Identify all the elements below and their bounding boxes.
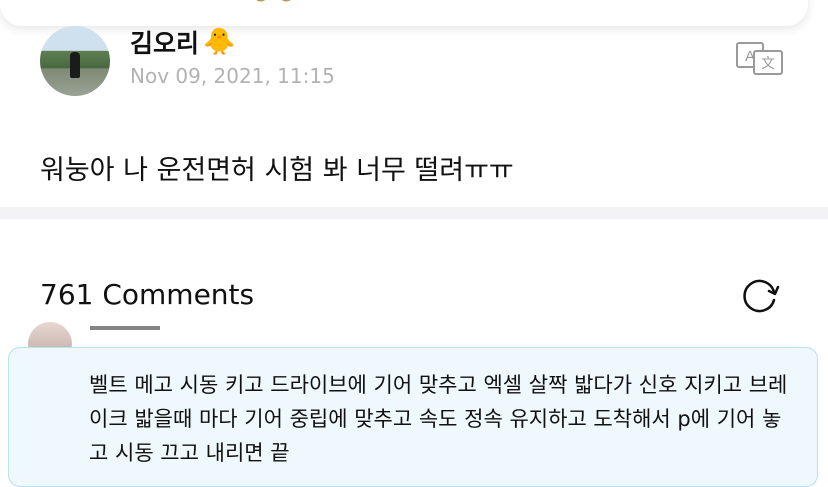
previous-card: ●● [0,0,808,26]
translate-icon[interactable]: A 文 [734,40,786,76]
comments-count: 761 Comments [40,278,255,311]
author-name[interactable]: 김오리 🐥 [130,24,235,60]
section-divider [0,207,828,219]
chick-emoji-icon: 🐥 [203,27,236,57]
post-timestamp: Nov 09, 2021, 11:15 [130,64,335,88]
author-name-text: 김오리 [130,29,200,58]
svg-text:文: 文 [761,56,775,72]
post-text: 워눙아 나 운전면허 시험 봐 너무 떨려ㅠㅠ [40,155,514,186]
comment-author-name-peek [90,326,160,338]
author-avatar[interactable] [40,26,110,96]
previous-card-emoji-peek: ●● [252,0,303,4]
avatar-figure [70,52,80,78]
comment-highlight-bubble[interactable]: 벨트 메고 시동 키고 드라이브에 기어 맞추고 엑셀 살짝 밟다가 신호 지키… [8,347,818,487]
refresh-icon[interactable] [738,274,782,318]
comment-text: 벨트 메고 시동 키고 드라이브에 기어 맞추고 엑셀 살짝 밟다가 신호 지키… [89,373,788,465]
